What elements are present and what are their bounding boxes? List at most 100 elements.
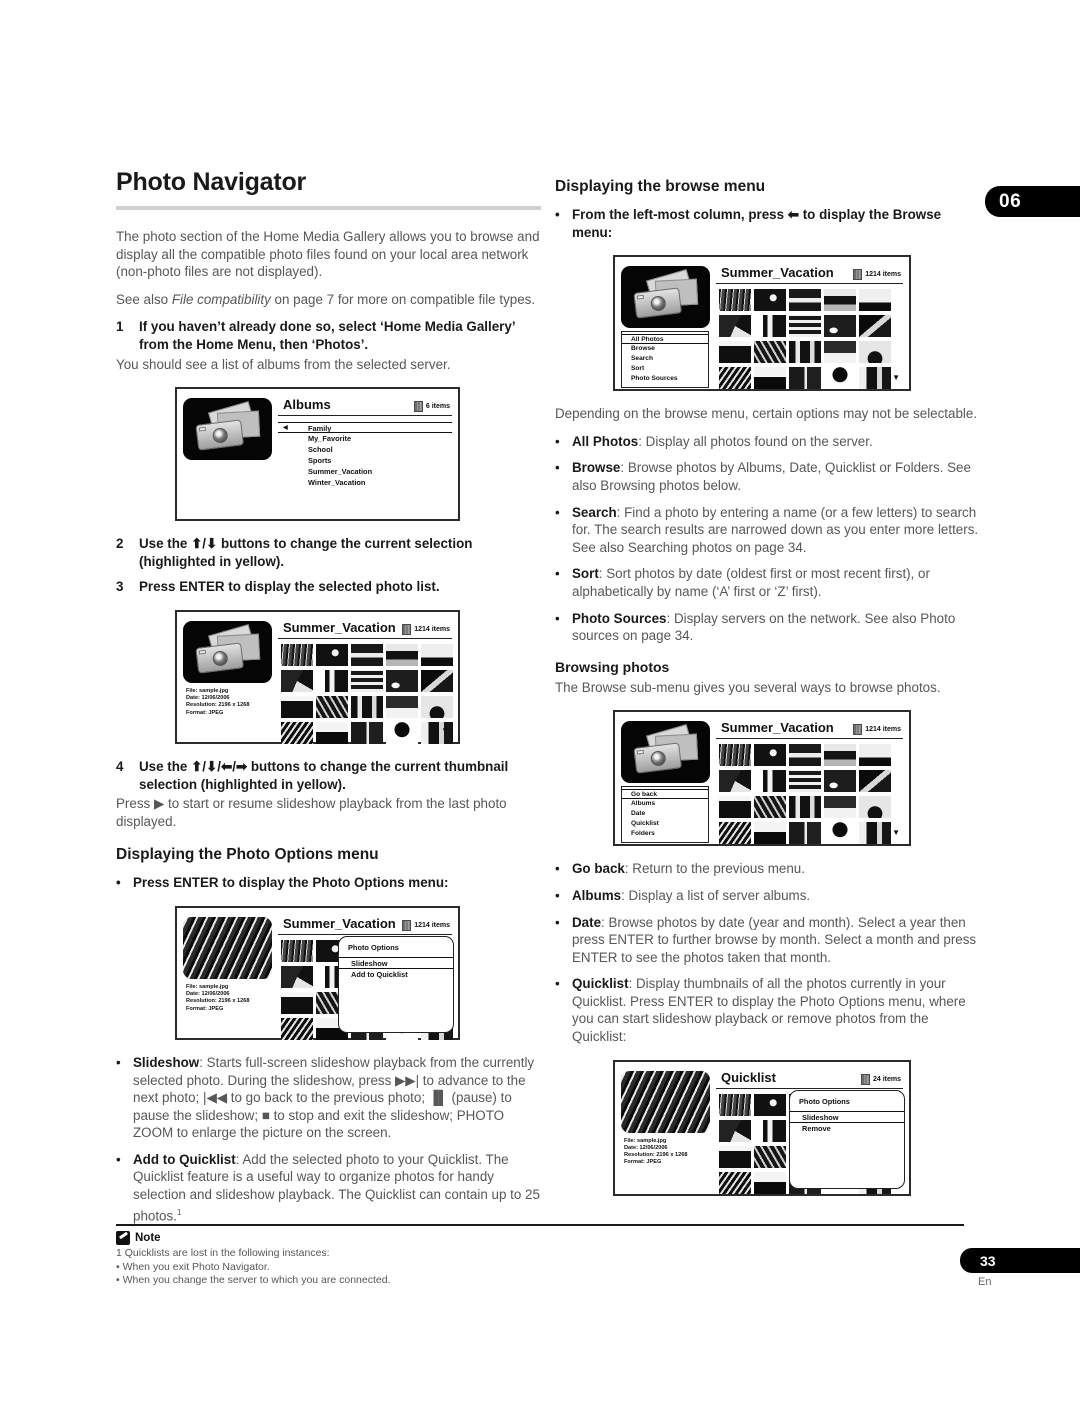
menu-item-browse[interactable]: Browse [622,344,708,354]
scroll-down-icon[interactable]: ▼ [441,726,449,735]
thumbnail[interactable] [859,341,891,364]
menu-item-all-photos[interactable]: All Photos [622,334,708,345]
menu-item-date[interactable]: Date [622,809,708,819]
thumbnail[interactable] [719,1093,751,1116]
thumbnail[interactable] [421,695,453,718]
thumbnail[interactable] [789,289,821,312]
thumbnail[interactable] [824,822,856,845]
thumbnail[interactable] [789,367,821,390]
thumbnail[interactable] [754,770,786,793]
thumbnail[interactable] [789,822,821,845]
thumbnail[interactable] [719,744,751,767]
thumbnail[interactable] [859,315,891,338]
thumbnail[interactable] [754,289,786,312]
thumbnail[interactable] [719,1145,751,1168]
thumbnail[interactable] [719,1171,751,1194]
thumbnail[interactable] [281,965,313,988]
thumbnail[interactable] [824,341,856,364]
album-row[interactable]: Summer_Vacation [278,466,452,477]
thumbnail[interactable] [719,770,751,793]
thumbnail[interactable] [421,669,453,692]
thumbnail[interactable] [754,1119,786,1142]
thumbnail[interactable] [281,939,313,962]
thumbnail[interactable] [754,744,786,767]
menu-item-folders[interactable]: Folders [622,829,708,839]
thumbnail[interactable] [859,367,891,390]
thumbnail[interactable] [754,1093,786,1116]
thumbnail[interactable] [824,289,856,312]
thumbnail[interactable] [789,315,821,338]
thumbnail[interactable] [386,721,418,744]
thumbnail[interactable] [754,1145,786,1168]
thumbnail[interactable] [824,315,856,338]
thumbnail[interactable] [719,367,751,390]
thumbnail[interactable] [719,796,751,819]
thumbnail[interactable] [859,822,891,845]
thumbnail[interactable] [351,721,383,744]
thumbnail[interactable] [859,796,891,819]
thumbnail[interactable] [859,770,891,793]
thumbnail[interactable] [859,289,891,312]
figure-thumbnail-screen: File: sample.jpg Date: 12/06/2006 Resolu… [175,609,460,744]
thumbnail[interactable] [316,643,348,666]
thumbnail[interactable] [281,721,313,744]
thumbnail[interactable] [281,669,313,692]
thumbnail[interactable] [281,1017,313,1040]
popup-item-slideshow[interactable]: Slideshow [339,956,453,969]
bullet-go-back: • Go back: Return to the previous menu. [555,860,980,878]
thumbnail[interactable] [789,770,821,793]
thumbnail[interactable] [719,341,751,364]
menu-item-photo-sources[interactable]: Photo Sources [622,374,708,384]
menu-item-search[interactable]: Search [622,354,708,364]
menu-item-sort[interactable]: Sort [622,364,708,374]
popup-item-remove[interactable]: Remove [790,1123,904,1135]
album-row[interactable]: Family [278,422,452,434]
thumbnail[interactable] [316,721,348,744]
step-2-number: 2 [116,536,124,552]
thumbnail[interactable] [351,643,383,666]
album-row[interactable]: Sports [278,455,452,466]
thumbnail[interactable] [824,367,856,390]
scroll-down-icon[interactable]: ▼ [892,373,900,382]
thumbnail[interactable] [754,341,786,364]
menu-item-go-back[interactable]: Go back [622,789,708,800]
thumbnail[interactable] [719,289,751,312]
album-row[interactable]: Winter_Vacation [278,477,452,488]
thumbnail[interactable] [281,991,313,1014]
thumbnail[interactable] [824,744,856,767]
popup-item-add-to-quicklist[interactable]: Add to Quicklist [339,969,453,981]
thumbnail[interactable] [754,367,786,390]
menu-item-albums[interactable]: Albums [622,799,708,809]
thumbnail[interactable] [281,643,313,666]
thumbnail[interactable] [281,695,313,718]
album-row[interactable]: My_Favorite [278,433,452,444]
thumbnail[interactable] [719,822,751,845]
thumbnail[interactable] [351,669,383,692]
popup-item-slideshow[interactable]: Slideshow [790,1110,904,1123]
camera-icon [631,269,699,321]
scroll-down-icon[interactable]: ▼ [892,828,900,837]
thumbnail[interactable] [386,643,418,666]
menu-item-quicklist[interactable]: Quicklist [622,819,708,829]
thumbnail[interactable] [824,796,856,819]
thumbnail[interactable] [386,669,418,692]
thumbnail[interactable] [789,341,821,364]
footnote-marker: 1 [176,1207,182,1217]
thumbnail[interactable] [754,822,786,845]
thumbnail[interactable] [824,770,856,793]
thumbnail[interactable] [316,669,348,692]
thumbnail[interactable] [351,695,383,718]
album-row[interactable]: School [278,444,452,455]
thumbnail[interactable] [859,744,891,767]
thumbnail[interactable] [316,695,348,718]
photo-options-popup: Photo Options Slideshow Add to Quicklist [338,935,454,1033]
thumbnail[interactable] [719,315,751,338]
thumbnail[interactable] [386,695,418,718]
thumbnail[interactable] [719,1119,751,1142]
thumbnail[interactable] [754,796,786,819]
thumbnail[interactable] [754,315,786,338]
thumbnail[interactable] [754,1171,786,1194]
thumbnail[interactable] [789,796,821,819]
thumbnail[interactable] [421,643,453,666]
thumbnail[interactable] [789,744,821,767]
